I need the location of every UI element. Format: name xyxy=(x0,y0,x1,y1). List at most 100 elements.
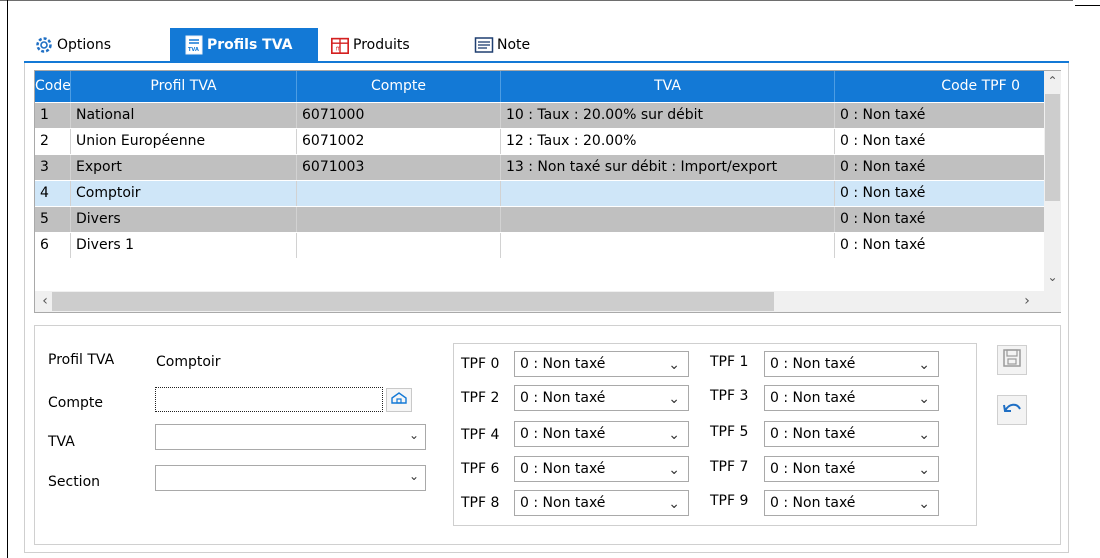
tpf0-value: 0 : Non taxé xyxy=(520,356,606,372)
tva-label: TVA xyxy=(48,434,75,450)
column-header-tva[interactable]: TVA xyxy=(501,71,835,102)
chevron-down-icon: ⌄ xyxy=(668,391,680,407)
cell-compte xyxy=(297,181,501,206)
tpf9-select[interactable]: 0 : Non taxé ⌄ xyxy=(764,490,939,516)
chevron-down-icon: ⌄ xyxy=(408,428,419,442)
lookup-icon xyxy=(390,391,408,409)
chevron-down-icon: ⌄ xyxy=(408,469,419,483)
tpf8-label: TPF 8 xyxy=(461,495,500,511)
tpf6-label: TPF 6 xyxy=(461,461,500,477)
grid-header: Code Profil TVA Compte TVA Code TPF 0 xyxy=(35,71,1044,102)
chevron-down-icon: ⌄ xyxy=(668,357,680,373)
window-border-top-right xyxy=(1075,5,1100,6)
cell-compte xyxy=(297,233,501,258)
profil-tva-value: Comptoir xyxy=(156,354,221,370)
tpf9-value: 0 : Non taxé xyxy=(770,495,856,511)
tpf4-label: TPF 4 xyxy=(461,427,500,443)
cell-compte: 6071003 xyxy=(297,155,501,180)
column-header-code[interactable]: Code xyxy=(35,71,71,102)
scroll-down-icon[interactable]: ⌄ xyxy=(1044,270,1061,284)
tpf3-label: TPF 3 xyxy=(710,388,749,404)
scroll-right-icon[interactable]: › xyxy=(1020,293,1034,309)
tab-produits[interactable]: ff Produits xyxy=(330,28,460,62)
section-label: Section xyxy=(48,474,101,490)
vertical-scroll-thumb[interactable] xyxy=(1045,94,1060,201)
cell-profil: Comptoir xyxy=(71,181,297,206)
table-row[interactable]: 1 National 6071000 10 : Taux : 20.00% su… xyxy=(35,103,1044,128)
cell-tva: 13 : Non taxé sur débit : Import/export xyxy=(501,155,835,180)
scroll-left-icon[interactable]: ‹ xyxy=(38,293,52,309)
chevron-down-icon: ⌄ xyxy=(668,462,680,478)
table-row[interactable]: 2 Union Européenne 6071002 12 : Taux : 2… xyxy=(35,129,1044,154)
tpf1-value: 0 : Non taxé xyxy=(770,356,856,372)
chevron-down-icon: ⌄ xyxy=(668,496,680,512)
cell-tpf0: 0 : Non taxé xyxy=(840,185,926,201)
tpf2-label: TPF 2 xyxy=(461,390,500,406)
scroll-up-icon[interactable]: ⌃ xyxy=(1044,74,1061,88)
gear-icon xyxy=(34,35,54,55)
chevron-down-icon: ⌄ xyxy=(668,427,680,443)
svg-text:TVA: TVA xyxy=(188,47,199,53)
cell-profil: Export xyxy=(71,155,297,180)
tpf7-select[interactable]: 0 : Non taxé ⌄ xyxy=(764,456,939,482)
undo-button[interactable] xyxy=(997,395,1027,425)
cell-code: 5 xyxy=(35,207,71,232)
window-border-left xyxy=(7,0,8,558)
compte-label: Compte xyxy=(48,395,103,411)
tab-profils-tva[interactable]: TVA Profils TVA xyxy=(170,28,318,62)
table-row[interactable]: 5 Divers 0 : Non taxé xyxy=(35,207,1044,232)
tva-select[interactable]: ⌄ xyxy=(155,424,426,450)
column-header-profil[interactable]: Profil TVA xyxy=(71,71,297,102)
cell-profil: National xyxy=(71,103,297,128)
tpf4-select[interactable]: 0 : Non taxé ⌄ xyxy=(514,421,689,447)
cell-code: 1 xyxy=(35,103,71,128)
cell-tpf0: 0 : Non taxé xyxy=(840,237,926,253)
tpf2-select[interactable]: 0 : Non taxé ⌄ xyxy=(514,385,689,411)
tpf8-select[interactable]: 0 : Non taxé ⌄ xyxy=(514,490,689,516)
cell-tpf0: 0 : Non taxé xyxy=(840,107,926,123)
cell-profil: Divers 1 xyxy=(71,233,297,258)
tpf7-label: TPF 7 xyxy=(710,459,749,475)
tpf1-select[interactable]: 0 : Non taxé ⌄ xyxy=(764,351,939,377)
tpf0-select[interactable]: 0 : Non taxé ⌄ xyxy=(514,351,689,377)
profil-tva-label: Profil TVA xyxy=(48,352,115,368)
tab-options-label: Options xyxy=(57,37,112,53)
cell-tva xyxy=(501,233,835,258)
table-row-selected[interactable]: 4 Comptoir 0 : Non taxé xyxy=(35,181,1044,206)
cell-compte: 6071000 xyxy=(297,103,501,128)
chevron-down-icon: ⌄ xyxy=(918,462,930,478)
tpf6-select[interactable]: 0 : Non taxé ⌄ xyxy=(514,456,689,482)
tab-note[interactable]: Note xyxy=(474,28,574,62)
cell-tva: 12 : Taux : 20.00% xyxy=(501,129,835,154)
tab-options[interactable]: Options xyxy=(34,28,164,62)
cell-tpf0: 0 : Non taxé xyxy=(840,133,926,149)
tpf2-value: 0 : Non taxé xyxy=(520,390,606,406)
cell-tva: 10 : Taux : 20.00% sur débit xyxy=(501,103,835,128)
tpf3-select[interactable]: 0 : Non taxé ⌄ xyxy=(764,385,939,411)
lookup-button[interactable] xyxy=(386,388,412,412)
cell-compte: 6071002 xyxy=(297,129,501,154)
product-box-icon: ff xyxy=(330,35,350,55)
horizontal-scroll-thumb[interactable] xyxy=(52,292,774,311)
table-row[interactable]: 6 Divers 1 0 : Non taxé xyxy=(35,233,1044,258)
column-header-compte[interactable]: Compte xyxy=(297,71,501,102)
tpf8-value: 0 : Non taxé xyxy=(520,495,606,511)
tab-note-label: Note xyxy=(497,37,531,53)
chevron-down-icon: ⌄ xyxy=(918,427,930,443)
section-select[interactable]: ⌄ xyxy=(155,465,426,491)
tab-produits-label: Produits xyxy=(353,37,410,53)
cell-profil: Divers xyxy=(71,207,297,232)
column-header-tpf0[interactable]: Code TPF 0 xyxy=(835,71,1044,102)
cell-profil: Union Européenne xyxy=(71,129,297,154)
tpf5-value: 0 : Non taxé xyxy=(770,426,856,442)
save-button[interactable] xyxy=(997,345,1027,375)
cell-tva xyxy=(501,181,835,206)
table-row[interactable]: 3 Export 6071003 13 : Non taxé sur débit… xyxy=(35,155,1044,180)
tpf7-value: 0 : Non taxé xyxy=(770,461,856,477)
cell-code: 4 xyxy=(35,181,71,206)
tpf5-select[interactable]: 0 : Non taxé ⌄ xyxy=(764,421,939,447)
cell-code: 3 xyxy=(35,155,71,180)
undo-icon xyxy=(1001,399,1023,421)
compte-field[interactable] xyxy=(155,387,383,412)
cell-code: 6 xyxy=(35,233,71,258)
